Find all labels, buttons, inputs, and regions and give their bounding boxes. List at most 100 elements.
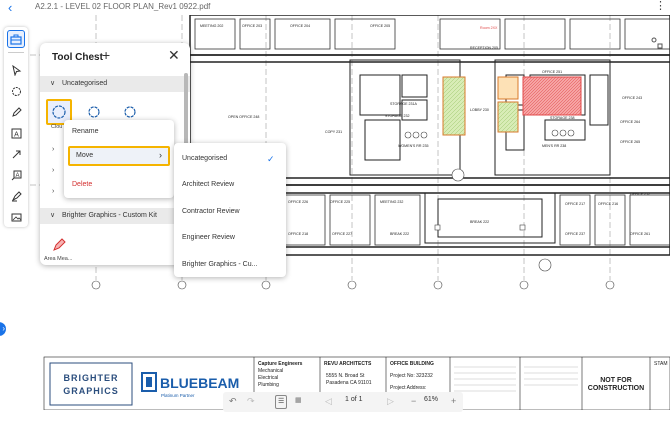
snap-icon[interactable] [650, 36, 664, 50]
text-tool-button[interactable]: A [7, 124, 25, 142]
room-label: MEETING 232 [380, 200, 403, 204]
room-label: OFFICE 216 [598, 202, 618, 206]
page-view-icon[interactable]: ☰ [275, 395, 288, 409]
submenu-item-architect-review[interactable]: Architect Review [182, 181, 234, 188]
project-address: Project Address: [390, 385, 426, 391]
close-icon[interactable]: ✕ [168, 48, 180, 62]
room-label: STORAGE 231A [390, 102, 418, 106]
undo-icon[interactable]: ↶ [229, 395, 237, 407]
callout-tool-button[interactable]: A [7, 166, 25, 184]
status-line2: CONSTRUCTION [588, 385, 644, 392]
top-bar: ‹ A2.2.1 - LEVEL 02 FLOOR PLAN_Rev1 0922… [0, 0, 670, 15]
submenu-item-engineer-review[interactable]: Engineer Review [182, 234, 235, 241]
room-label: OPEN OFFICE 248 [228, 115, 259, 119]
room-label: STORAGE 232 [385, 114, 410, 118]
room-label: OFFICE 264 [620, 120, 640, 124]
consultant-name: Capture Engineers [258, 361, 303, 367]
left-toolbar: A A [4, 27, 28, 227]
move-menu-item[interactable]: Move › [68, 146, 170, 166]
cloud-icon [52, 105, 66, 119]
text-box-icon: A [11, 128, 21, 138]
thumbnails-icon[interactable]: ▦ [295, 395, 302, 407]
cloud-icon [11, 86, 21, 96]
room-label: OFFICE 265 [620, 140, 640, 144]
next-page-icon[interactable]: ▷ [387, 395, 394, 407]
room-label: OFFICE 261 [630, 232, 650, 236]
project-no: Project No: 323232 [390, 373, 433, 379]
pointer-icon [11, 64, 21, 76]
room-label: LOBBY 230 [470, 108, 489, 112]
logo-bluebeam-sub: Platinum Partner [161, 393, 195, 398]
room-label: OFFICE 243 [622, 96, 642, 100]
zoom-out-button[interactable]: − [411, 395, 416, 407]
highlighter-tool-button[interactable] [7, 187, 25, 205]
architect-line: 5555 N. Broad St [326, 373, 365, 379]
move-submenu: Uncategorised ✓ Architect Review Contrac… [174, 143, 286, 277]
checkmark-icon: ✓ [267, 154, 275, 164]
cloud-tool-item[interactable] [84, 102, 104, 122]
submenu-item-uncategorised[interactable]: Uncategorised [182, 155, 227, 162]
move-label: Move [76, 152, 94, 159]
logo-brighter-line1: BRIGHTER [64, 373, 119, 383]
context-menu: Rename Move › Delete [64, 120, 174, 198]
logo-brighter-line2: GRAPHICS [63, 386, 119, 396]
room-label: OFFICE 218 [288, 232, 308, 236]
section-brighter-graphics[interactable]: ∨ Brighter Graphics - Custom Kit [40, 208, 190, 224]
room-label: OFFICE 217 [565, 202, 585, 206]
section-label: Brighter Graphics - Custom Kit [62, 212, 157, 219]
consultant-line: Mechanical [258, 368, 283, 374]
room-label: OFFICE 212 [630, 192, 650, 196]
chevron-right-icon[interactable]: › [52, 146, 54, 153]
expand-panel-handle[interactable]: › [0, 322, 6, 336]
submenu-item-contractor-review[interactable]: Contractor Review [182, 208, 240, 215]
cloud-tool-button[interactable] [7, 82, 25, 100]
pen-icon [11, 106, 22, 117]
submenu-item-brighter-graphics[interactable]: Brighter Graphics - Cu... [182, 261, 257, 268]
redo-icon[interactable]: ↷ [247, 395, 255, 407]
delete-menu-item[interactable]: Delete [72, 181, 92, 188]
room-label: OFFICE 203 [242, 24, 262, 28]
zoom-in-button[interactable]: + [451, 395, 456, 407]
room-label: OFFICE 251 [542, 70, 562, 74]
pen-tool-button[interactable] [7, 103, 25, 121]
rename-menu-item[interactable]: Rename [72, 128, 98, 135]
room-label: COPY 231 [325, 130, 342, 134]
room-label: OFFICE 226 [288, 200, 308, 204]
tool-chest-button[interactable] [7, 30, 25, 48]
room-label: OFFICE 225 [330, 200, 350, 204]
room-label: Room 2XX [480, 26, 498, 30]
consultant-line: Plumbing [258, 382, 279, 388]
back-chevron-icon[interactable]: ‹ [8, 1, 12, 14]
stamp-label: STAM [654, 361, 668, 367]
prev-page-icon[interactable]: ◁ [325, 395, 332, 407]
logo-bluebeam: BLUEBEAM [160, 375, 239, 391]
toolbar-divider [8, 52, 24, 53]
chevron-right-icon[interactable]: › [52, 188, 54, 195]
toolbox-icon [10, 34, 22, 45]
room-label: OFFICE 205 [370, 24, 390, 28]
image-tool-button[interactable] [7, 208, 25, 226]
add-icon[interactable]: + [102, 48, 110, 62]
room-label: OFFICE 204 [290, 24, 310, 28]
arrow-tool-button[interactable] [7, 145, 25, 163]
room-label: MEETING 202 [200, 24, 223, 28]
zoom-level[interactable]: 61% [424, 396, 438, 403]
select-tool-button[interactable] [7, 61, 25, 79]
callout-icon: A [11, 170, 21, 180]
area-measure-icon[interactable] [52, 238, 66, 252]
tool-chest-title: Tool Chest [52, 52, 103, 63]
highlighter-icon [11, 190, 22, 201]
section-label: Uncategorised [62, 80, 108, 87]
svg-text:A: A [14, 131, 19, 138]
room-label: OFFICE 237 [565, 232, 585, 236]
tool-caption: Clou [51, 124, 63, 130]
cloud-tool-item[interactable] [120, 102, 140, 122]
architect-name: REVU ARCHITECTS [324, 361, 372, 367]
chevron-down-icon: ∨ [50, 212, 56, 219]
svg-text:A: A [15, 173, 19, 179]
more-options-icon[interactable]: ⋮ [655, 0, 666, 12]
chevron-right-icon: › [159, 150, 162, 160]
section-uncategorised[interactable]: ∨ Uncategorised [40, 76, 190, 92]
room-label: BREAK 222 [470, 220, 489, 224]
chevron-right-icon[interactable]: › [52, 167, 54, 174]
